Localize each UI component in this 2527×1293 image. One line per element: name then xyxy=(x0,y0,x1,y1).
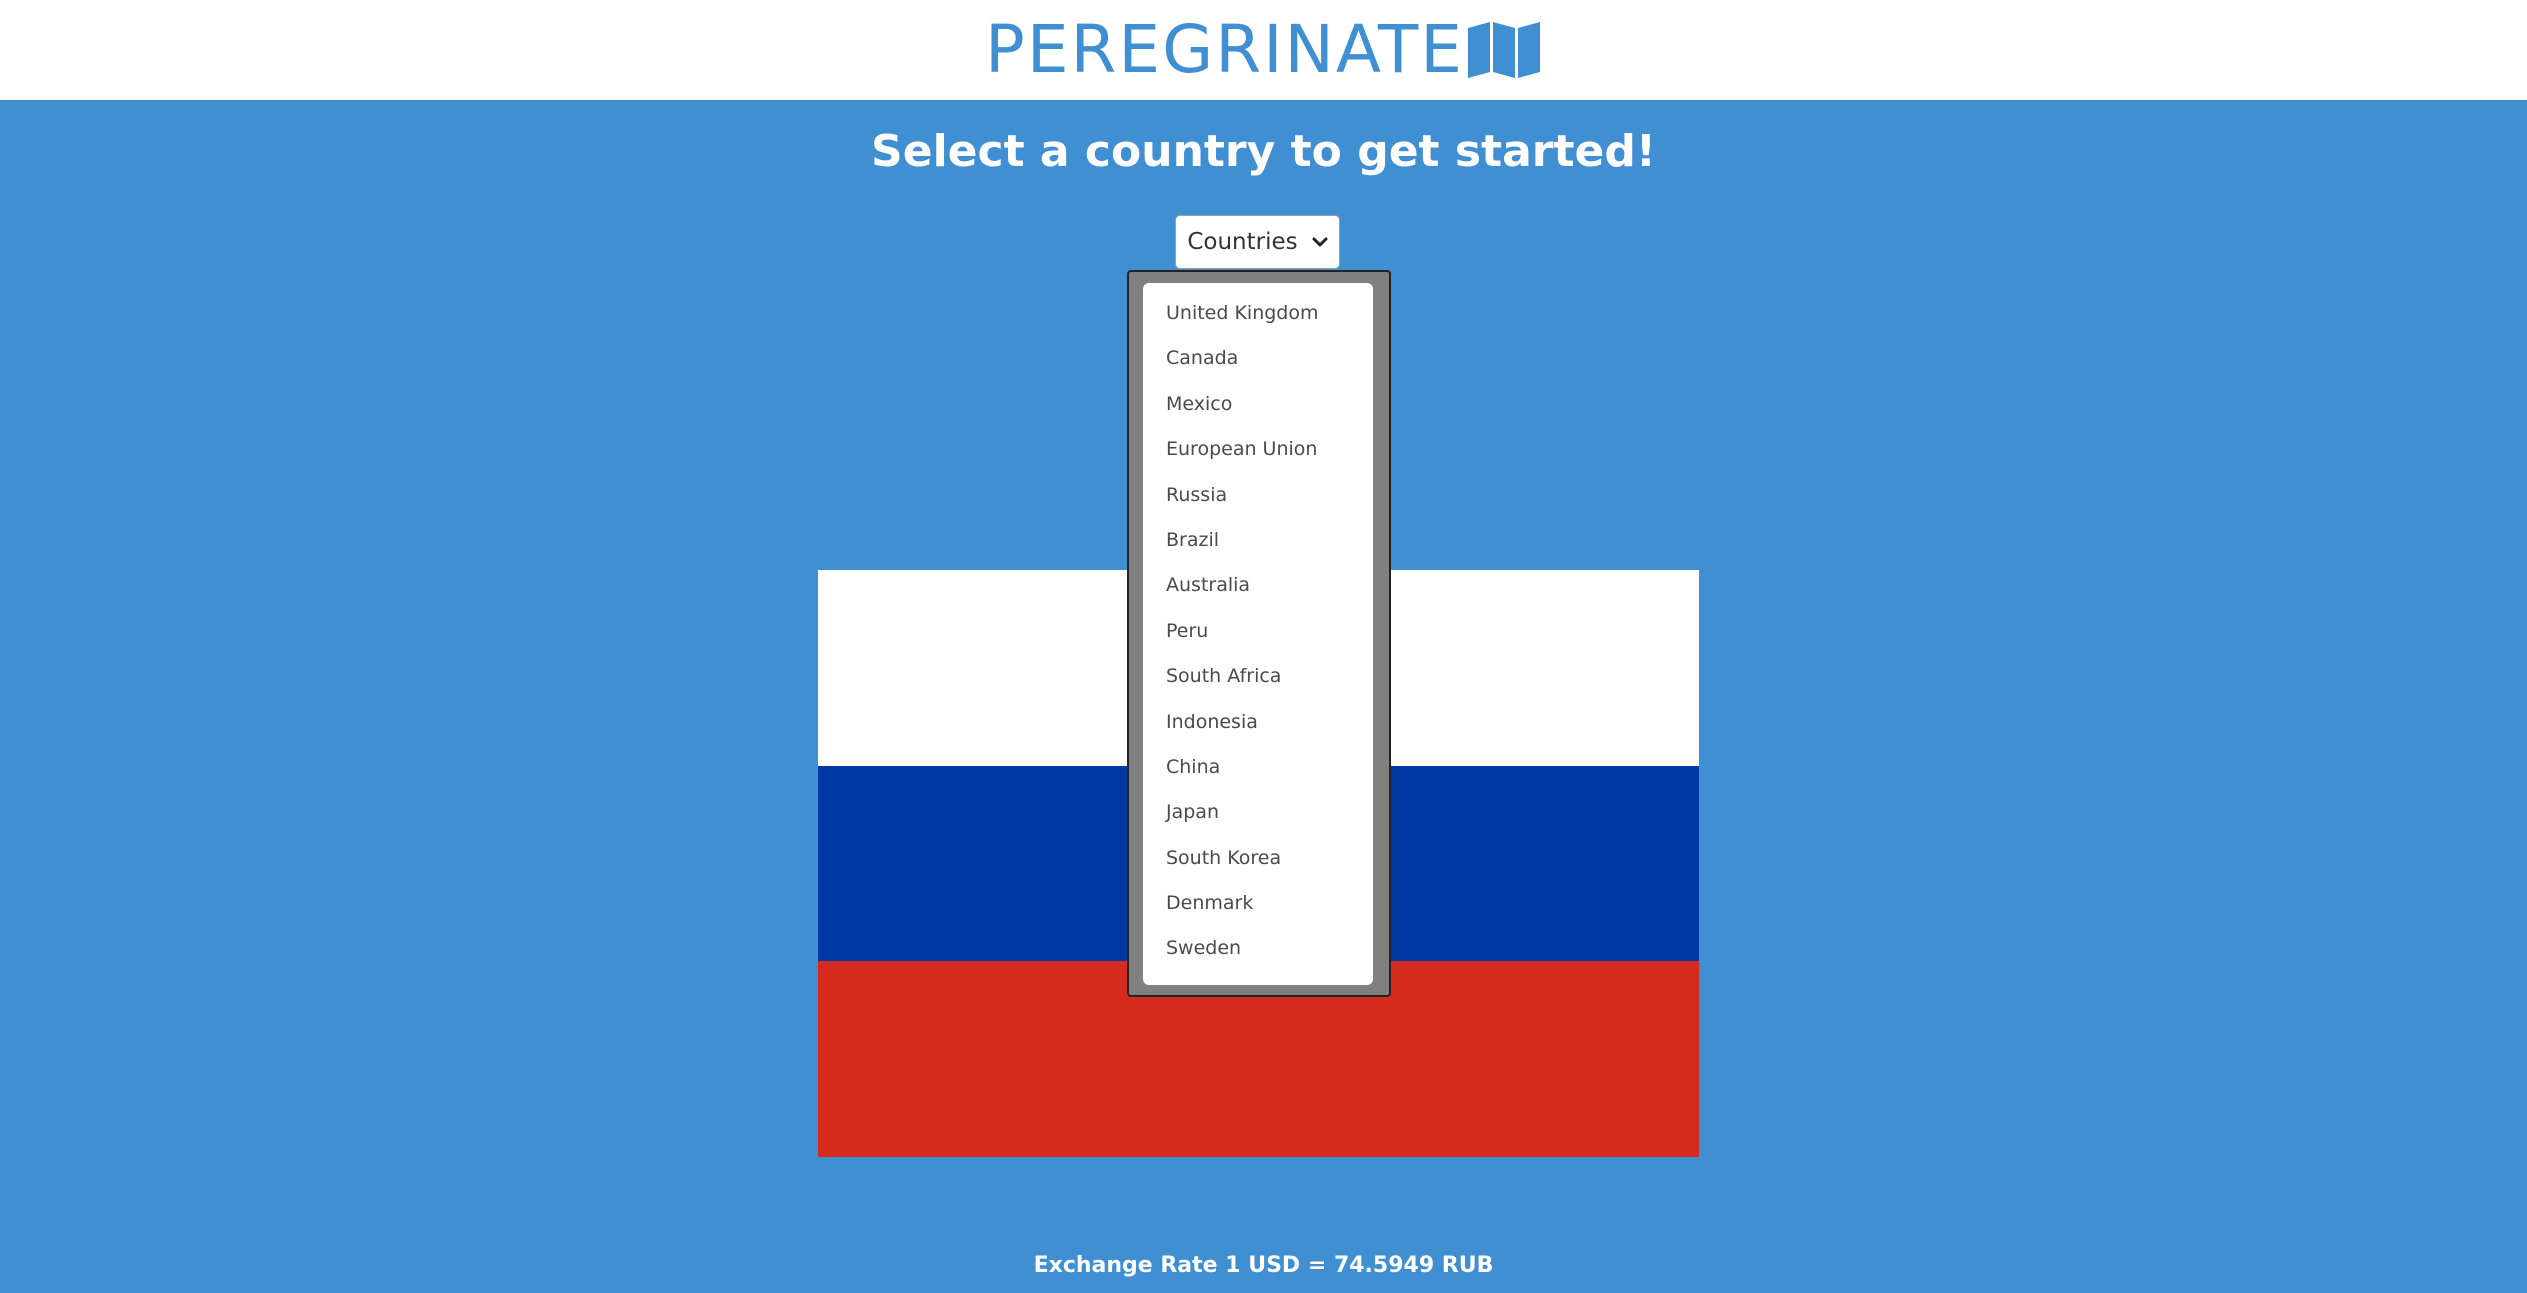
menu-item-japan[interactable]: Japan xyxy=(1143,790,1373,835)
menu-item-china[interactable]: China xyxy=(1143,745,1373,790)
logo[interactable]: PEREGRINATE xyxy=(985,17,1542,83)
page-title: Select a country to get started! xyxy=(871,126,1656,177)
menu-item-european-union[interactable]: European Union xyxy=(1143,427,1373,472)
menu-item-united-kingdom[interactable]: United Kingdom xyxy=(1143,291,1373,336)
menu-item-brazil[interactable]: Brazil xyxy=(1143,518,1373,563)
map-icon xyxy=(1466,20,1542,80)
menu-item-south-korea[interactable]: South Korea xyxy=(1143,836,1373,881)
countries-dropdown-button[interactable]: Countries xyxy=(1175,215,1340,269)
menu-item-indonesia[interactable]: Indonesia xyxy=(1143,700,1373,745)
menu-item-south-africa[interactable]: South Africa xyxy=(1143,654,1373,699)
menu-item-canada[interactable]: Canada xyxy=(1143,336,1373,381)
exchange-rate-text: Exchange Rate 1 USD = 74.5949 RUB xyxy=(1033,1253,1494,1278)
top-header: PEREGRINATE xyxy=(0,0,2527,100)
menu-item-mexico[interactable]: Mexico xyxy=(1143,382,1373,427)
dropdown-label: Countries xyxy=(1187,229,1298,255)
menu-item-peru[interactable]: Peru xyxy=(1143,609,1373,654)
logo-text: PEREGRINATE xyxy=(985,11,1464,88)
chevron-down-icon xyxy=(1312,236,1328,248)
menu-item-australia[interactable]: Australia xyxy=(1143,563,1373,608)
menu-item-denmark[interactable]: Denmark xyxy=(1143,881,1373,926)
menu-item-russia[interactable]: Russia xyxy=(1143,473,1373,518)
countries-dropdown-menu: United Kingdom Canada Mexico European Un… xyxy=(1143,283,1373,985)
menu-item-sweden[interactable]: Sweden xyxy=(1143,926,1373,971)
